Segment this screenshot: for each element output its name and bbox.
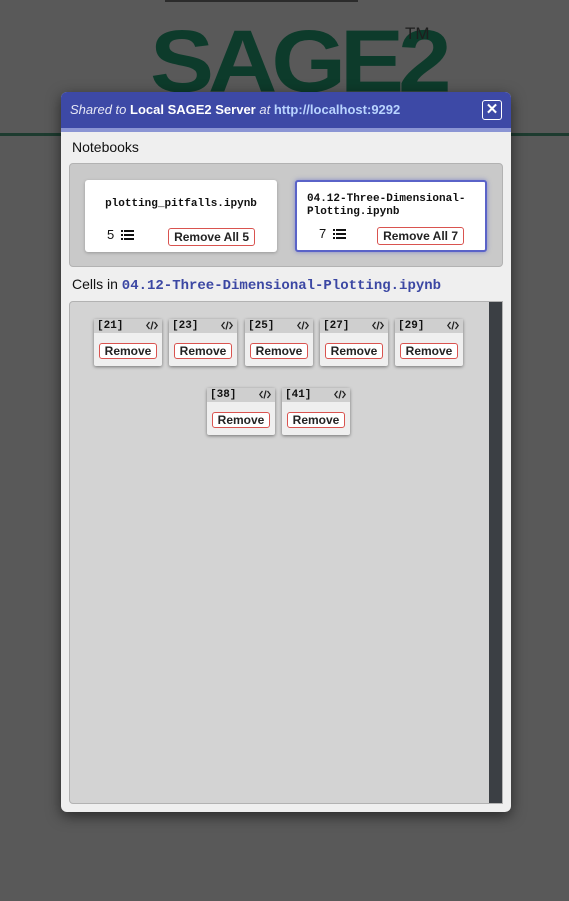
scrollbar[interactable] (489, 302, 502, 803)
notebook-cell-count: 5 (107, 227, 134, 242)
cell-number: [38] (210, 389, 237, 401)
cell-number: [21] (97, 320, 124, 332)
remove-all-button[interactable]: Remove All 7 (377, 227, 464, 245)
cell-count-value: 5 (107, 227, 115, 242)
dialog-header: Shared to Local SAGE2 Server at http://l… (61, 92, 511, 128)
code-icon (297, 321, 309, 330)
notebook-name: 04.12-Three-Dimensional-Plotting.ipynb (307, 193, 466, 218)
shared-to-label: Shared to (70, 102, 127, 117)
remove-cell-button[interactable]: Remove (174, 343, 232, 359)
code-icon (447, 321, 459, 330)
code-icon (146, 321, 158, 330)
cell-card[interactable]: [23] Remove (169, 319, 237, 366)
code-icon (221, 321, 233, 330)
code-icon (372, 321, 384, 330)
cell-card[interactable]: [41] Remove (282, 388, 350, 435)
remove-cell-button[interactable]: Remove (99, 343, 157, 359)
cell-number: [41] (285, 389, 312, 401)
remove-cell-button[interactable]: Remove (212, 412, 270, 428)
code-icon (259, 390, 271, 399)
remove-all-button[interactable]: Remove All 5 (168, 228, 255, 246)
list-icon (120, 230, 134, 240)
cell-card[interactable]: [38] Remove (207, 388, 275, 435)
server-url[interactable]: http://localhost:9292 (274, 102, 400, 117)
notebooks-panel: plotting_pitfalls.ipynb 5 Remove All 5 0… (69, 163, 503, 267)
remove-cell-button[interactable]: Remove (400, 343, 458, 359)
close-icon: ✕ (485, 101, 499, 118)
notebook-cell-count: 7 (319, 226, 346, 241)
cell-number: [27] (323, 320, 350, 332)
remove-cell-button[interactable]: Remove (250, 343, 308, 359)
cell-card[interactable]: [21] Remove (94, 319, 162, 366)
notebook-name: plotting_pitfalls.ipynb (105, 198, 257, 210)
cells-panel: [21] Remove [23] Remove [25] Remove [27]… (69, 301, 503, 804)
header-accent-strip (61, 128, 511, 132)
trademark-label: TM (405, 24, 430, 43)
cells-notebook-name: 04.12-Three-Dimensional-Plotting.ipynb (121, 278, 442, 294)
close-button[interactable]: ✕ (482, 100, 502, 120)
cell-card[interactable]: [29] Remove (395, 319, 463, 366)
cell-number: [25] (248, 320, 275, 332)
remove-cell-button[interactable]: Remove (325, 343, 383, 359)
list-icon (332, 229, 346, 239)
notebook-card[interactable]: plotting_pitfalls.ipynb 5 Remove All 5 (85, 180, 277, 252)
cell-count-value: 7 (319, 226, 327, 241)
share-dialog: Shared to Local SAGE2 Server at http://l… (61, 92, 511, 812)
notebooks-heading: Notebooks (72, 139, 139, 155)
cell-card[interactable]: [27] Remove (320, 319, 388, 366)
server-name: Local SAGE2 Server (130, 102, 256, 117)
code-icon (334, 390, 346, 399)
cells-heading: Cells in 04.12-Three-Dimensional-Plottin… (72, 276, 441, 294)
cell-number: [23] (172, 320, 199, 332)
remove-cell-button[interactable]: Remove (287, 412, 345, 428)
notebook-card-selected[interactable]: 04.12-Three-Dimensional-Plotting.ipynb 7… (295, 180, 487, 252)
at-label: at (259, 102, 271, 117)
cell-card[interactable]: [25] Remove (245, 319, 313, 366)
top-divider (165, 0, 358, 2)
cell-number: [29] (398, 320, 425, 332)
cells-heading-prefix: Cells in (72, 276, 118, 292)
